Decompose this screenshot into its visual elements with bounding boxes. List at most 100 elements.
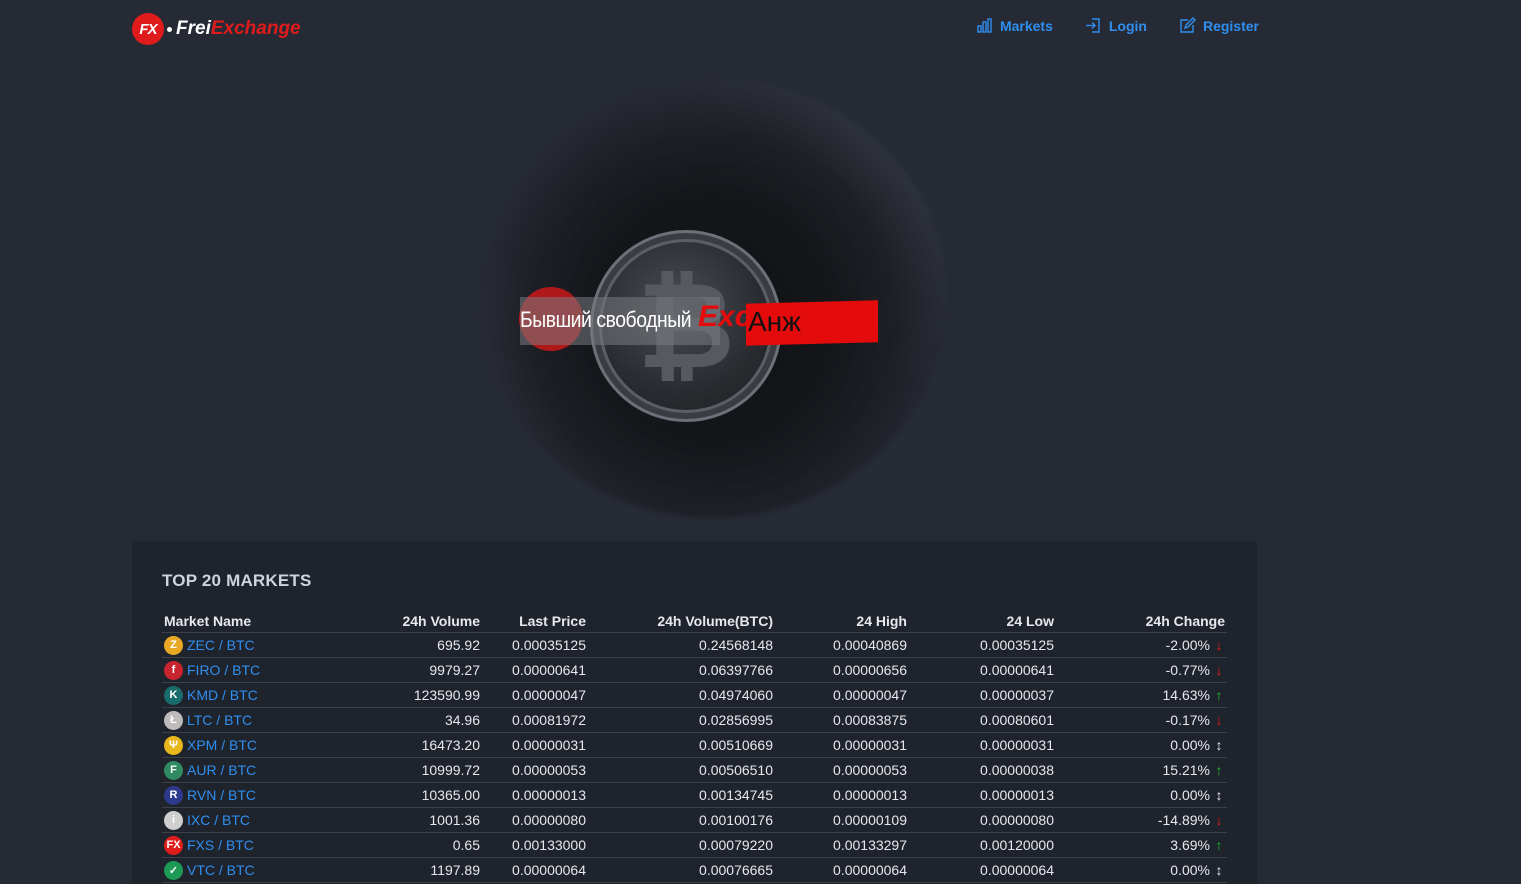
col-market-name[interactable]: Market Name	[162, 611, 362, 633]
table-row[interactable]: K KMD / BTC 123590.99 0.00000047 0.04974060 0…	[162, 682, 1227, 708]
nav-markets-label: Markets	[999, 17, 1053, 34]
change-cell: 0.00% ↕	[1056, 732, 1227, 758]
market-link[interactable]: LTC / BTC	[187, 712, 252, 728]
table-row[interactable]: F AUR / BTC 10999.72 0.00000053 0.00506510 0.…	[162, 757, 1227, 783]
change-value: 14.63%	[1162, 687, 1210, 703]
high-cell: 0.00040869	[775, 632, 909, 658]
login-icon	[1085, 18, 1100, 33]
last-price-cell: 0.00035125	[482, 632, 588, 658]
table-row[interactable]: FX FXS / BTC 0.65 0.00133000 0.00079220 0.001…	[162, 832, 1227, 858]
table-header-row: Market Name 24h Volume Last Price 24h Vo…	[162, 611, 1227, 633]
table-row[interactable]: Z ZEC / BTC 695.92 0.00035125 0.24568148 0.00…	[162, 632, 1227, 658]
coin-icon: Ł	[164, 710, 183, 730]
market-link[interactable]: XPM / BTC	[187, 737, 257, 753]
logo[interactable]: FX FreiExchange	[132, 13, 301, 45]
arrow-updown-icon: ↕	[1215, 787, 1223, 803]
coin-icon: Ψ	[164, 735, 183, 755]
market-link[interactable]: KMD / BTC	[187, 687, 258, 703]
low-cell: 0.00000641	[909, 657, 1056, 683]
last-price-cell: 0.00000641	[482, 657, 588, 683]
banner-anzh: Анж	[748, 306, 801, 337]
low-cell: 0.00000037	[909, 682, 1056, 708]
table-row[interactable]: ✓ VTC / BTC 1197.89 0.00000064 0.00076665 0.0…	[162, 857, 1227, 883]
table-row[interactable]: Ł LTC / BTC 34.96 0.00081972 0.02856995 0.000…	[162, 707, 1227, 733]
last-price-cell: 0.00000064	[482, 857, 588, 883]
nav-login[interactable]: Login	[1085, 17, 1147, 34]
change-value: -0.17%	[1165, 712, 1210, 728]
market-cell: ✓ VTC / BTC	[162, 857, 362, 883]
volume-btc-cell: 0.00510669	[588, 732, 775, 758]
header: FX FreiExchange Markets Login Register	[0, 0, 1521, 58]
market-link[interactable]: RVN / BTC	[187, 787, 256, 803]
coin-icon: FX	[164, 835, 183, 855]
last-price-cell: 0.00133000	[482, 832, 588, 858]
logo-frei: Frei	[176, 18, 211, 39]
market-link[interactable]: FXS / BTC	[187, 837, 254, 853]
arrow-updown-icon: ↕	[1215, 737, 1223, 753]
market-cell: F AUR / BTC	[162, 757, 362, 783]
high-cell: 0.00000656	[775, 657, 909, 683]
market-cell: R RVN / BTC	[162, 782, 362, 808]
top-nav: Markets Login Register	[976, 17, 1259, 34]
markets-table: Market Name 24h Volume Last Price 24h Vo…	[162, 611, 1227, 883]
arrow-down-icon: ↓	[1215, 812, 1223, 828]
logo-exchange: Exchange	[210, 18, 301, 39]
edit-icon	[1180, 17, 1196, 33]
table-row[interactable]: f FIRO / BTC 9979.27 0.00000641 0.06397766 0.…	[162, 657, 1227, 683]
low-cell: 0.00120000	[909, 832, 1056, 858]
volume-cell: 16473.20	[362, 732, 482, 758]
table-row[interactable]: Ψ XPM / BTC 16473.20 0.00000031 0.00510669 0.…	[162, 732, 1227, 758]
volume-cell: 9979.27	[362, 657, 482, 683]
volume-btc-cell: 0.00134745	[588, 782, 775, 808]
nav-markets[interactable]: Markets	[976, 17, 1053, 34]
last-price-cell: 0.00000047	[482, 682, 588, 708]
high-cell: 0.00000047	[775, 682, 909, 708]
market-link[interactable]: AUR / BTC	[187, 762, 256, 778]
arrow-up-icon: ↑	[1215, 762, 1223, 778]
market-cell: Z ZEC / BTC	[162, 632, 362, 658]
market-link[interactable]: ZEC / BTC	[187, 637, 255, 653]
market-cell: Ł LTC / BTC	[162, 707, 362, 733]
high-cell: 0.00000013	[775, 782, 909, 808]
volume-cell: 1001.36	[362, 807, 482, 833]
col-24h-volume[interactable]: 24h Volume	[362, 611, 482, 633]
col-24h-volume-btc[interactable]: 24h Volume(BTC)	[588, 611, 775, 633]
high-cell: 0.00000031	[775, 732, 909, 758]
logo-text: FreiExchange	[176, 18, 301, 40]
change-cell: 14.63% ↑	[1056, 682, 1227, 708]
col-24-high[interactable]: 24 High	[775, 611, 909, 633]
market-cell: f FIRO / BTC	[162, 657, 362, 683]
change-cell: 3.69% ↑	[1056, 832, 1227, 858]
market-cell: FX FXS / BTC	[162, 832, 362, 858]
logo-dot	[167, 26, 172, 32]
market-link[interactable]: VTC / BTC	[187, 862, 255, 878]
col-24-low[interactable]: 24 Low	[909, 611, 1056, 633]
market-link[interactable]: FIRO / BTC	[187, 662, 260, 678]
volume-btc-cell: 0.04974060	[588, 682, 775, 708]
coin-icon: ✓	[164, 860, 183, 880]
arrow-down-icon: ↓	[1215, 637, 1223, 653]
table-row[interactable]: R RVN / BTC 10365.00 0.00000013 0.00134745 0.…	[162, 782, 1227, 808]
volume-cell: 0.65	[362, 832, 482, 858]
col-last-price[interactable]: Last Price	[482, 611, 588, 633]
volume-cell: 695.92	[362, 632, 482, 658]
coin-icon: f	[164, 660, 183, 680]
nav-register[interactable]: Register	[1179, 17, 1259, 34]
coin-icon: i	[164, 810, 183, 830]
last-price-cell: 0.00081972	[482, 707, 588, 733]
low-cell: 0.00000080	[909, 807, 1056, 833]
high-cell: 0.00133297	[775, 832, 909, 858]
volume-cell: 10365.00	[362, 782, 482, 808]
markets-panel: TOP 20 MARKETS Market Name 24h Volume La…	[132, 541, 1257, 884]
change-cell: 15.21% ↑	[1056, 757, 1227, 783]
change-cell: -2.00% ↓	[1056, 632, 1227, 658]
last-price-cell: 0.00000013	[482, 782, 588, 808]
table-row[interactable]: i IXC / BTC 1001.36 0.00000080 0.00100176 0.0…	[162, 807, 1227, 833]
hero-banner: ₿ Бывший свободный Exc Анж	[132, 68, 1257, 530]
last-price-cell: 0.00000080	[482, 807, 588, 833]
col-24h-change[interactable]: 24h Change	[1056, 611, 1227, 633]
arrow-updown-icon: ↕	[1215, 862, 1223, 878]
volume-cell: 10999.72	[362, 757, 482, 783]
arrow-down-icon: ↓	[1215, 712, 1223, 728]
market-link[interactable]: IXC / BTC	[187, 812, 250, 828]
